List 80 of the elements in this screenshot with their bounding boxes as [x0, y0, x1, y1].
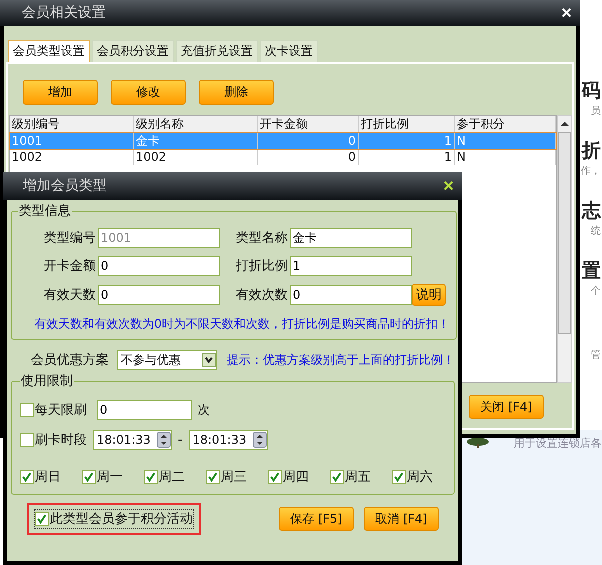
tab[interactable]: 会员积分设置: [92, 40, 174, 62]
input-field[interactable]: 1: [290, 256, 412, 276]
tab[interactable]: 会员类型设置: [8, 40, 90, 62]
explain-button[interactable]: 说明: [412, 284, 446, 306]
toolbar-button[interactable]: 修改: [111, 80, 186, 105]
check-icon: [331, 471, 343, 483]
checkbox[interactable]: 每天限刷: [20, 401, 87, 419]
table-cell: 1002: [134, 149, 258, 165]
hint-text: 提示：优惠方案级别高于上面的打折比例！: [227, 352, 455, 368]
field-label: 有效次数: [235, 287, 289, 304]
section-note: 用于设置连锁店各: [514, 436, 602, 451]
input-field[interactable]: 0: [97, 400, 192, 420]
close-button[interactable]: ×: [443, 177, 454, 195]
section-note: 管: [591, 349, 601, 363]
range-separator: -: [178, 432, 183, 448]
toolbar-button[interactable]: 增加: [23, 80, 98, 105]
discount-dropdown[interactable]: 不参与优惠: [117, 350, 217, 370]
input-field[interactable]: 金卡: [290, 228, 412, 248]
section-heading: 置: [582, 260, 601, 282]
field-label: 类型编号: [43, 230, 97, 247]
check-icon: [207, 471, 219, 483]
section-heading: 折: [582, 140, 601, 162]
field-label: 类型名称: [235, 230, 289, 247]
checkbox[interactable]: 周一: [82, 468, 123, 486]
check-icon: [269, 471, 281, 483]
table-cell: 1: [359, 149, 455, 165]
checkbox[interactable]: 周五: [330, 468, 371, 486]
table-cell: 1001: [10, 133, 134, 149]
field-label: 开卡金额: [43, 258, 97, 275]
field-label: 会员优惠方案: [31, 352, 110, 369]
time-picker[interactable]: 18:01:33: [93, 430, 172, 450]
spinner-icon: [157, 432, 171, 448]
section-note: 统: [591, 224, 601, 239]
close-button[interactable]: 关闭 [F4]: [469, 395, 544, 419]
check-icon: [83, 471, 95, 483]
input-field[interactable]: 0: [98, 256, 220, 276]
input-field[interactable]: 0: [290, 285, 412, 305]
table-cell: N: [455, 149, 556, 165]
checkbox[interactable]: 周三: [206, 468, 247, 486]
check-icon: [393, 471, 405, 483]
section-note: 个: [591, 285, 601, 299]
group-title: 使用限制: [20, 373, 74, 390]
field-label: 有效天数: [43, 287, 97, 304]
section-note: 员: [591, 105, 601, 119]
checkbox[interactable]: 周二: [144, 468, 185, 486]
toolbar-button[interactable]: 删除: [199, 80, 274, 105]
close-button[interactable]: ×: [561, 4, 572, 22]
check-icon: [145, 471, 157, 483]
dialog-button[interactable]: 取消 [F4]: [364, 507, 439, 531]
group-title: 类型信息: [18, 203, 72, 220]
spinner-icon: [252, 432, 267, 448]
check-icon: [36, 513, 48, 525]
info-note: 有效天数和有效次数为0时为不限天数和次数，打折比例是购买商品时的折扣！: [33, 316, 450, 333]
checkbox[interactable]: 刷卡时段: [20, 431, 87, 449]
scrollbar[interactable]: [557, 115, 572, 383]
table-cell: 0: [258, 133, 359, 149]
dialog-title: 增加会员类型: [23, 177, 107, 195]
unit-label: 次: [198, 402, 210, 418]
table-cell: 1: [359, 133, 455, 149]
section-note: 作，: [581, 165, 601, 179]
checkbox[interactable]: 周日: [20, 468, 61, 486]
table-cell: 金卡: [134, 133, 258, 149]
tab[interactable]: 充值折兑设置: [176, 40, 258, 62]
section-heading: 码: [582, 80, 601, 102]
check-icon: [21, 471, 33, 483]
input-field[interactable]: 0: [98, 285, 220, 305]
dialog-button[interactable]: 保存 [F5]: [279, 507, 354, 531]
window-title: 会员相关设置: [22, 4, 106, 22]
checkbox[interactable]: 此类型会员参于积分活动: [35, 510, 193, 528]
field-label: 打折比例: [235, 258, 289, 275]
table-cell: N: [455, 133, 556, 149]
time-picker[interactable]: 18:01:33: [188, 430, 268, 450]
section-heading: 志: [582, 200, 601, 222]
checkbox[interactable]: 周六: [392, 468, 433, 486]
tab[interactable]: 次卡设置: [260, 40, 318, 62]
tree-icon: [466, 438, 490, 448]
table-row[interactable]: 1002 1002 0 1 N: [10, 149, 556, 165]
checkbox[interactable]: 周四: [268, 468, 309, 486]
table-cell: 0: [258, 149, 359, 165]
table-cell: 1002: [10, 149, 134, 165]
